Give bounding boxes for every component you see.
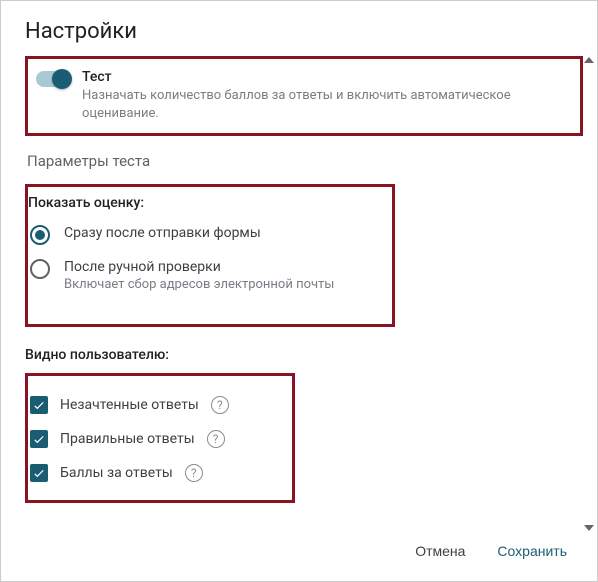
quiz-toggle-section: Тест Назначать количество баллов за отве… bbox=[25, 56, 583, 136]
quiz-toggle-desc: Назначать количество баллов за ответы и … bbox=[82, 87, 570, 123]
check-missed-label: Незачтенные ответы bbox=[60, 397, 199, 413]
params-heading: Параметры теста bbox=[27, 152, 583, 170]
settings-dialog: Настройки Тест Назначать количество балл… bbox=[0, 0, 598, 582]
toggle-knob-icon bbox=[52, 69, 72, 89]
dialog-footer: Отмена Сохранить bbox=[1, 523, 597, 581]
check-correct[interactable]: Правильные ответы ? bbox=[30, 430, 280, 448]
dialog-content: Тест Назначать количество баллов за отве… bbox=[1, 56, 597, 523]
save-button[interactable]: Сохранить bbox=[485, 535, 579, 567]
dialog-title: Настройки bbox=[1, 1, 597, 56]
radio-icon bbox=[30, 259, 50, 279]
quiz-toggle[interactable] bbox=[36, 71, 70, 87]
show-grade-heading: Показать оценку: bbox=[28, 195, 380, 211]
check-missed[interactable]: Незачтенные ответы ? bbox=[30, 396, 280, 414]
checkbox-icon bbox=[30, 396, 48, 414]
radio-immediately[interactable]: Сразу после отправки формы bbox=[30, 225, 380, 245]
radio-manual-sub: Включает сбор адресов электронной почты bbox=[64, 277, 334, 292]
cancel-button[interactable]: Отмена bbox=[403, 535, 477, 567]
visible-heading: Видно пользователю: bbox=[25, 347, 583, 363]
radio-dot-icon bbox=[35, 230, 45, 240]
check-correct-label: Правильные ответы bbox=[60, 431, 195, 447]
radio-manual[interactable]: После ручной проверки Включает сбор адре… bbox=[30, 259, 380, 292]
help-icon[interactable]: ? bbox=[185, 464, 203, 482]
visible-section: Незачтенные ответы ? Правильные ответы ?… bbox=[25, 373, 295, 503]
checkbox-icon bbox=[30, 430, 48, 448]
check-points[interactable]: Баллы за ответы ? bbox=[30, 464, 280, 482]
scrollbar[interactable] bbox=[582, 55, 596, 533]
help-icon[interactable]: ? bbox=[207, 430, 225, 448]
checkbox-icon bbox=[30, 464, 48, 482]
check-points-label: Баллы за ответы bbox=[60, 465, 173, 481]
scroll-up-icon bbox=[584, 57, 594, 63]
radio-icon bbox=[30, 225, 50, 245]
radio-manual-label: После ручной проверки bbox=[64, 259, 334, 275]
help-icon[interactable]: ? bbox=[211, 396, 229, 414]
radio-immediately-label: Сразу после отправки формы bbox=[64, 225, 261, 241]
quiz-toggle-label: Тест bbox=[82, 69, 570, 85]
scroll-down-icon bbox=[584, 525, 594, 531]
show-grade-section: Показать оценку: Сразу после отправки фо… bbox=[25, 184, 395, 327]
